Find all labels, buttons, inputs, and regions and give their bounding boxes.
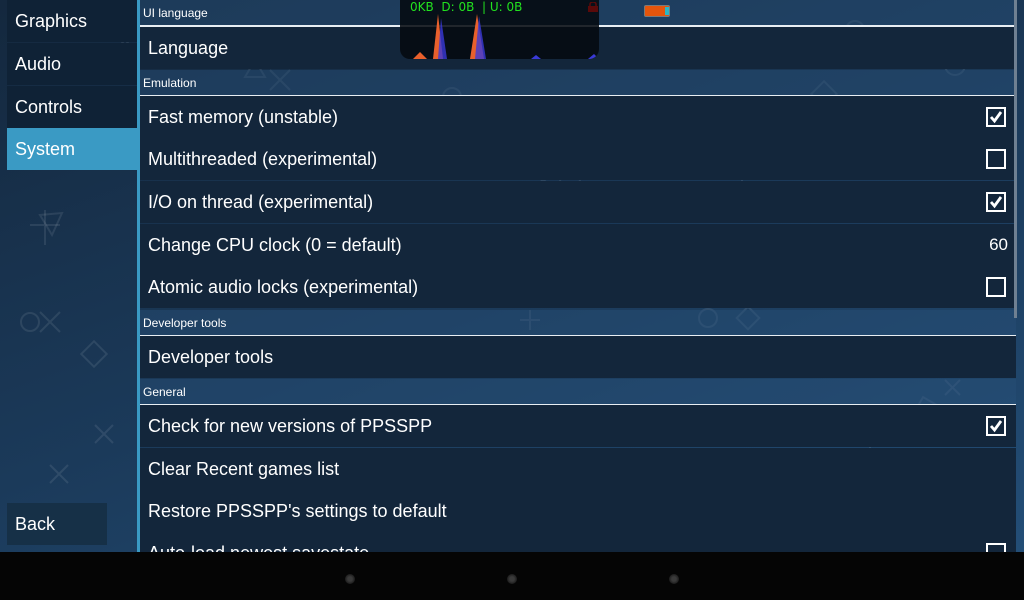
tab-system[interactable]: System [7, 128, 137, 170]
check-new-versions-checkbox[interactable] [986, 416, 1006, 436]
setting-multithreaded[interactable]: Multithreaded (experimental) [140, 138, 1016, 180]
checkmark-icon [989, 111, 1003, 124]
tab-audio[interactable]: Audio [7, 43, 137, 85]
setting-fast-memory[interactable]: Fast memory (unstable) [140, 96, 1016, 138]
multithreaded-checkbox[interactable] [986, 149, 1006, 169]
setting-label: Atomic audio locks (experimental) [148, 277, 419, 297]
setting-label: I/O on thread (experimental) [148, 192, 374, 212]
nav-recents-icon[interactable] [669, 574, 679, 584]
setting-restore-defaults[interactable]: Restore PPSSPP's settings to default [140, 490, 1016, 532]
setting-clear-recent-games[interactable]: Clear Recent games list [140, 448, 1016, 490]
cpu-clock-value: 60 [989, 235, 1008, 254]
nav-home-icon[interactable] [507, 574, 517, 584]
scrollbar[interactable] [1014, 0, 1017, 318]
nav-back-icon[interactable] [345, 574, 355, 584]
tab-controls[interactable]: Controls [7, 86, 137, 128]
setting-label: Fast memory (unstable) [148, 107, 339, 127]
setting-label: Check for new versions of PPSSPP [148, 416, 433, 436]
settings-list: UI language Language Emulation Fast memo… [140, 0, 1016, 552]
setting-label: Change CPU clock (0 = default) [148, 235, 402, 255]
setting-label: Multithreaded (experimental) [148, 149, 378, 169]
fast-memory-checkbox[interactable] [986, 107, 1006, 127]
battery-icon [644, 5, 670, 17]
setting-auto-load-savestate[interactable]: Auto-load newest savestate [140, 532, 1016, 552]
system-navigation-bar [0, 552, 1024, 600]
back-button[interactable]: Back [7, 503, 107, 545]
setting-label: Auto-load newest savestate [148, 543, 369, 552]
tab-graphics[interactable]: Graphics [7, 0, 137, 42]
atomic-audio-locks-checkbox[interactable] [986, 277, 1006, 297]
lock-icon [588, 2, 598, 12]
auto-load-savestate-checkbox[interactable] [986, 543, 1006, 552]
setting-check-new-versions[interactable]: Check for new versions of PPSSPP [140, 405, 1016, 447]
settings-category-sidebar: Graphics Audio Controls System Back [7, 0, 137, 552]
section-header-emulation: Emulation [140, 70, 1016, 97]
section-header-general: General [140, 379, 1016, 406]
checkmark-icon [989, 420, 1003, 433]
section-header-developer-tools: Developer tools [140, 310, 1016, 337]
setting-atomic-audio-locks[interactable]: Atomic audio locks (experimental) [140, 266, 1016, 308]
network-stats-overlay: 0KB D: 0B | U: 0B [400, 0, 599, 59]
setting-io-on-thread[interactable]: I/O on thread (experimental) [140, 181, 1016, 223]
setting-developer-tools[interactable]: Developer tools [140, 336, 1016, 378]
checkmark-icon [989, 196, 1003, 209]
network-stats-text: 0KB D: 0B | U: 0B [410, 0, 523, 14]
setting-cpu-clock[interactable]: Change CPU clock (0 = default) 60 [140, 224, 1016, 266]
io-on-thread-checkbox[interactable] [986, 192, 1006, 212]
